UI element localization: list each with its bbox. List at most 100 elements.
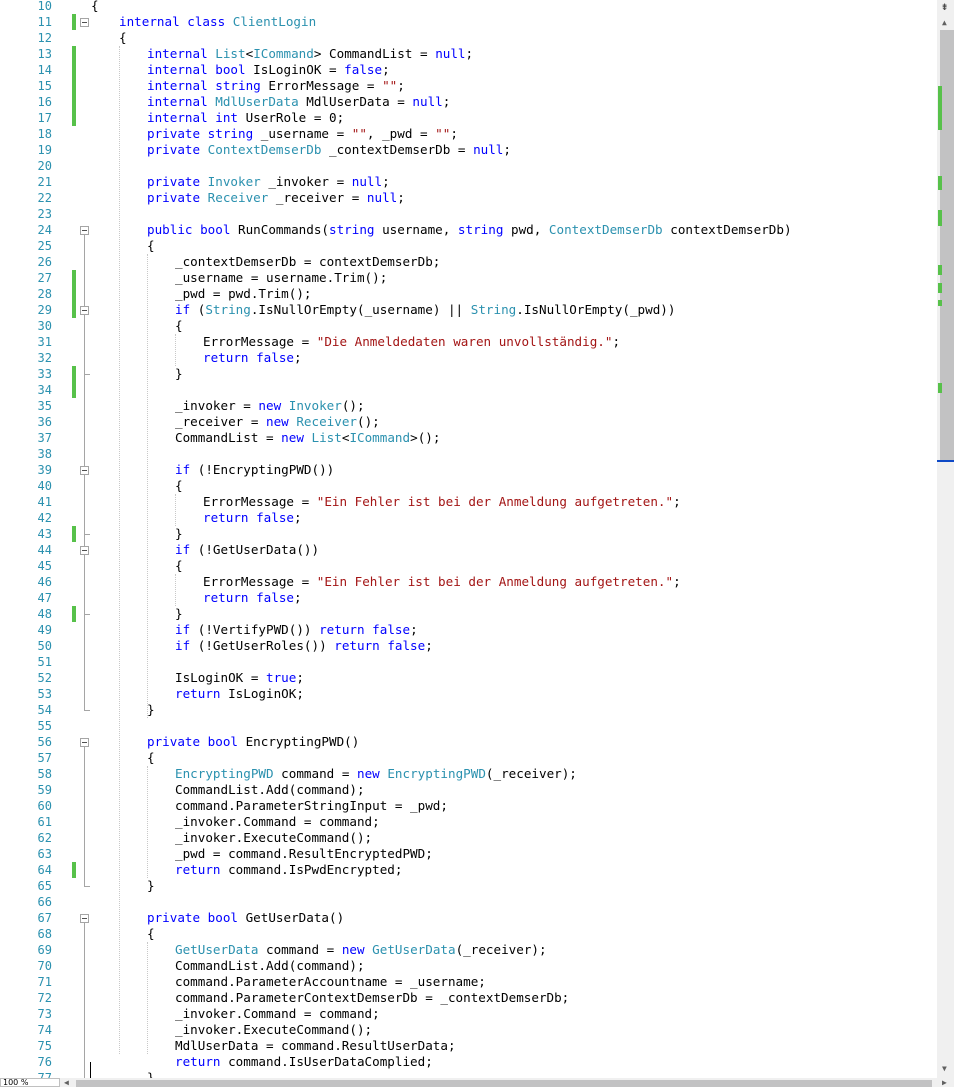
code-line[interactable]: { bbox=[119, 30, 127, 46]
code-line[interactable]: internal MdlUserData MdlUserData = null; bbox=[147, 94, 450, 110]
scroll-up-arrow-icon[interactable]: ▲ bbox=[942, 18, 947, 27]
code-line[interactable]: _invoker.Command = command; bbox=[175, 814, 380, 830]
code-line[interactable]: EncryptingPWD command = new EncryptingPW… bbox=[175, 766, 577, 782]
line-number: 45 bbox=[37, 559, 52, 573]
code-area[interactable]: {internal class ClientLogin{internal Lis… bbox=[91, 0, 937, 1078]
code-token: return bbox=[203, 510, 257, 525]
code-line[interactable]: MdlUserData = command.ResultUserData; bbox=[175, 1038, 456, 1054]
code-token: >(); bbox=[410, 430, 441, 445]
line-number: 18 bbox=[37, 127, 52, 141]
code-line[interactable]: internal bool IsLoginOK = false; bbox=[147, 62, 390, 78]
code-line[interactable]: return false; bbox=[203, 510, 302, 526]
code-line[interactable]: } bbox=[147, 702, 155, 718]
code-line[interactable]: GetUserData command = new GetUserData(_r… bbox=[175, 942, 547, 958]
code-line[interactable]: _pwd = pwd.Trim(); bbox=[175, 286, 311, 302]
code-token: (!GetUserData()) bbox=[197, 542, 320, 557]
code-line[interactable]: return command.IsUserDataComplied; bbox=[175, 1054, 433, 1070]
code-editor[interactable]: 10 11 12 13 14 15 16 17 18 19 20 21 22 23 24 25 26 27 28 29… bbox=[0, 0, 937, 1078]
line-number: 69 bbox=[37, 943, 52, 957]
line-number: 30 bbox=[37, 319, 52, 333]
code-line[interactable]: public bool RunCommands(string username,… bbox=[147, 222, 792, 238]
code-line[interactable]: } bbox=[147, 878, 155, 894]
code-line[interactable]: internal class ClientLogin bbox=[119, 14, 316, 30]
line-number: 57 bbox=[37, 751, 52, 765]
code-line[interactable]: _invoker.ExecuteCommand(); bbox=[175, 1022, 372, 1038]
collapse-icon[interactable] bbox=[80, 306, 89, 315]
collapse-icon[interactable] bbox=[80, 18, 89, 27]
code-line[interactable]: } bbox=[175, 526, 183, 542]
code-token: Invoker bbox=[288, 398, 342, 413]
code-line[interactable]: ErrorMessage = "Ein Fehler ist bei der A… bbox=[203, 574, 681, 590]
horizontal-scroll-thumb[interactable] bbox=[76, 1080, 932, 1087]
code-line[interactable]: command.ParameterAccountname = _username… bbox=[175, 974, 486, 990]
code-token: ; bbox=[382, 62, 390, 77]
code-line[interactable]: if (!GetUserData()) bbox=[175, 542, 319, 558]
code-line[interactable]: _invoker = new Invoker(); bbox=[175, 398, 365, 414]
code-line[interactable]: return command.IsPwdEncrypted; bbox=[175, 862, 402, 878]
scroll-left-arrow-icon[interactable]: ◀ bbox=[64, 1078, 69, 1087]
code-token: ; bbox=[382, 174, 390, 189]
collapse-icon[interactable] bbox=[80, 466, 89, 475]
code-line[interactable]: ErrorMessage = "Ein Fehler ist bei der A… bbox=[203, 494, 681, 510]
code-line[interactable]: CommandList.Add(command); bbox=[175, 782, 365, 798]
code-token: (!VertifyPWD()) bbox=[197, 622, 320, 637]
code-line[interactable]: } bbox=[175, 366, 183, 382]
code-line[interactable]: { bbox=[147, 750, 155, 766]
code-line[interactable]: command.ParameterContextDemserDb = _cont… bbox=[175, 990, 569, 1006]
code-line[interactable]: { bbox=[175, 558, 183, 574]
code-line[interactable]: private Invoker _invoker = null; bbox=[147, 174, 390, 190]
code-line[interactable]: internal int UserRole = 0; bbox=[147, 110, 344, 126]
code-line[interactable]: } bbox=[175, 606, 183, 622]
code-line[interactable]: if (!EncryptingPWD()) bbox=[175, 462, 334, 478]
code-line[interactable]: command.ParameterStringInput = _pwd; bbox=[175, 798, 448, 814]
code-line[interactable]: { bbox=[147, 926, 155, 942]
code-token: username, bbox=[382, 222, 458, 237]
scroll-right-arrow-icon[interactable]: ▶ bbox=[942, 1078, 947, 1087]
code-line[interactable]: _pwd = command.ResultEncryptedPWD; bbox=[175, 846, 433, 862]
line-number: 41 bbox=[37, 495, 52, 509]
code-line[interactable]: _username = username.Trim(); bbox=[175, 270, 387, 286]
vertical-scroll-thumb[interactable] bbox=[940, 30, 954, 460]
code-line[interactable]: CommandList = new List<ICommand>(); bbox=[175, 430, 440, 446]
scroll-down-arrow-icon[interactable]: ▼ bbox=[942, 1064, 947, 1073]
collapse-icon[interactable] bbox=[80, 914, 89, 923]
code-line[interactable]: } bbox=[147, 1070, 155, 1078]
code-token: int bbox=[215, 110, 246, 125]
code-line[interactable]: private Receiver _receiver = null; bbox=[147, 190, 405, 206]
code-line[interactable]: private string _username = "", _pwd = ""… bbox=[147, 126, 458, 142]
fold-end-marker bbox=[84, 374, 90, 375]
code-line[interactable]: private bool GetUserData() bbox=[147, 910, 344, 926]
collapse-icon[interactable] bbox=[80, 546, 89, 555]
code-token: } bbox=[147, 702, 155, 717]
code-line[interactable]: _invoker.ExecuteCommand(); bbox=[175, 830, 372, 846]
code-line[interactable]: internal string ErrorMessage = ""; bbox=[147, 78, 405, 94]
code-line[interactable]: private bool EncryptingPWD() bbox=[147, 734, 359, 750]
code-line[interactable]: { bbox=[175, 478, 183, 494]
code-line[interactable]: { bbox=[147, 238, 155, 254]
code-token: internal bbox=[147, 94, 216, 109]
code-line[interactable]: CommandList.Add(command); bbox=[175, 958, 365, 974]
code-line[interactable]: { bbox=[91, 0, 99, 14]
code-line[interactable]: return false; bbox=[203, 590, 302, 606]
code-line[interactable]: _contextDemserDb = contextDemserDb; bbox=[175, 254, 440, 270]
split-icon[interactable]: ⇟ bbox=[941, 0, 948, 12]
code-line[interactable]: _invoker.Command = command; bbox=[175, 1006, 380, 1022]
code-line[interactable]: internal List<ICommand> CommandList = nu… bbox=[147, 46, 473, 62]
code-line[interactable]: return IsLoginOK; bbox=[175, 686, 304, 702]
code-token: "" bbox=[382, 78, 398, 93]
code-token: null bbox=[412, 94, 443, 109]
code-line[interactable]: IsLoginOK = true; bbox=[175, 670, 304, 686]
collapse-icon[interactable] bbox=[80, 226, 89, 235]
code-line[interactable]: if (!VertifyPWD()) return false; bbox=[175, 622, 418, 638]
code-line[interactable]: { bbox=[175, 318, 183, 334]
code-token: private bbox=[147, 174, 208, 189]
code-line[interactable]: return false; bbox=[203, 350, 302, 366]
code-line[interactable]: if (!GetUserRoles()) return false; bbox=[175, 638, 433, 654]
code-line[interactable]: ErrorMessage = "Die Anmeldedaten waren u… bbox=[203, 334, 620, 350]
code-line[interactable]: private ContextDemserDb _contextDemserDb… bbox=[147, 142, 511, 158]
code-line[interactable]: if (String.IsNullOrEmpty(_username) || S… bbox=[175, 302, 675, 318]
code-line[interactable]: _receiver = new Receiver(); bbox=[175, 414, 380, 430]
code-token: CommandList.Add(command); bbox=[175, 958, 365, 973]
collapse-icon[interactable] bbox=[80, 738, 89, 747]
zoom-level-dropdown[interactable]: 100 % bbox=[0, 1078, 60, 1087]
